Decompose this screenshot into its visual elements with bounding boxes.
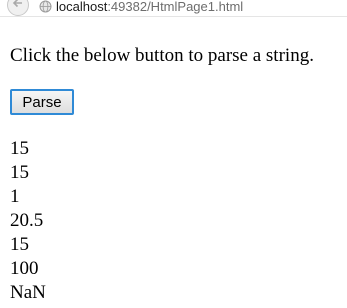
- results-list: 15 15 1 20.5 15 100 NaN: [10, 137, 46, 305]
- result-item: 1: [10, 186, 20, 207]
- back-button[interactable]: [7, 0, 29, 16]
- parse-button[interactable]: Parse: [10, 89, 74, 115]
- back-arrow-icon: [12, 0, 24, 14]
- url-host: localhost: [56, 0, 108, 14]
- result-item: 20.5: [10, 210, 44, 231]
- result-item: NaN: [10, 282, 46, 303]
- address-bar: localhost:49382/HtmlPage1.html: [0, 0, 347, 17]
- result-item: 15: [10, 234, 29, 255]
- instruction-text: Click the below button to parse a string…: [10, 45, 314, 66]
- result-item: 100: [10, 258, 39, 279]
- result-item: 15: [10, 138, 29, 159]
- address-url[interactable]: localhost:49382/HtmlPage1.html: [56, 0, 243, 14]
- site-info-icon[interactable]: [39, 0, 52, 13]
- url-path: :49382/HtmlPage1.html: [107, 0, 244, 14]
- result-item: 15: [10, 162, 29, 183]
